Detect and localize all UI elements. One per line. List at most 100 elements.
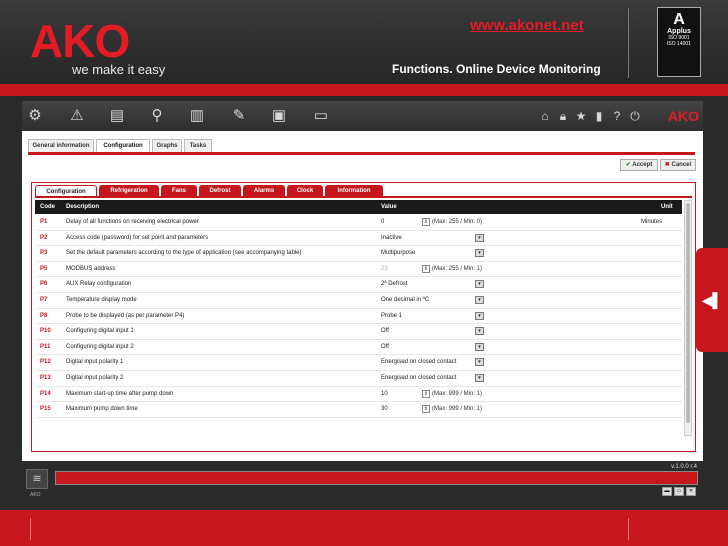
- search-icon[interactable]: ⚲: [148, 107, 166, 125]
- app-logo: AKO: [667, 108, 699, 124]
- table-row: P11 Configuring digital input 2 Off ▾: [35, 340, 682, 356]
- slide-footer: [0, 510, 728, 546]
- accept-label: Accept: [632, 162, 653, 168]
- param-description: Maximum pump down time: [66, 406, 138, 413]
- param-value[interactable]: 23: [381, 266, 388, 272]
- website-link[interactable]: www.akonet.net: [470, 17, 584, 34]
- grid-scrollbar[interactable]: [684, 200, 692, 436]
- tab-tasks[interactable]: Tasks: [184, 139, 212, 153]
- cert-name: Applus: [667, 28, 691, 35]
- header-red-band: [0, 84, 728, 96]
- stepper-icon[interactable]: ⇕: [422, 264, 430, 273]
- stepper-icon[interactable]: ⇕: [422, 405, 430, 414]
- app-window: ⚙ ⚠ ▤ ⚲ ▥ ✎ ▣ ▭ ⌂ 🔒︎ ★ ▮ ? ⏻ AKO General…: [22, 101, 703, 503]
- param-value[interactable]: 10: [381, 391, 388, 397]
- dropdown-arrow-icon[interactable]: ▾: [475, 233, 484, 242]
- dropdown-arrow-icon[interactable]: ▾: [475, 327, 484, 336]
- dropdown-arrow-icon[interactable]: ▾: [475, 311, 484, 320]
- side-collapse-tab[interactable]: ◀▌: [696, 248, 728, 352]
- close-icon: ✖: [664, 162, 670, 168]
- param-description: Temperature display mode: [66, 297, 137, 303]
- param-code: P7: [40, 297, 48, 303]
- param-range: (Max: 255 / Min: 1): [432, 265, 483, 272]
- table-row: P15 Maximum pump down time 30 ⇕ (Max: 999 / …: [35, 402, 682, 418]
- window-button-1[interactable]: ▬: [662, 487, 672, 496]
- window-button-3[interactable]: ✕: [686, 487, 696, 496]
- wifi-label: AKO: [30, 492, 41, 498]
- param-description: Access code (password) for set point and…: [66, 234, 209, 241]
- dropdown-arrow-icon[interactable]: ▾: [475, 342, 484, 351]
- param-value[interactable]: 0: [381, 219, 384, 225]
- dropdown-arrow-icon[interactable]: ▾: [475, 280, 484, 289]
- param-unit: Minutes: [641, 219, 663, 225]
- dropdown-arrow-icon[interactable]: ▾: [475, 374, 484, 382]
- printer-icon[interactable]: ▤: [108, 107, 126, 125]
- folder-icon[interactable]: ▭: [312, 107, 330, 125]
- cancel-label: Cancel: [671, 162, 692, 168]
- header-value: Value: [381, 204, 397, 210]
- table-row: P7 Temperature display mode One decimal in…: [35, 293, 682, 309]
- star-icon[interactable]: ★: [574, 107, 588, 125]
- param-value[interactable]: Energised on closed contact: [381, 359, 456, 365]
- param-value[interactable]: Multipurpose: [381, 250, 415, 256]
- lock-icon[interactable]: 🔒︎: [556, 107, 570, 125]
- param-range: (Max: 999 / Min: 1): [432, 406, 483, 413]
- param-description: Configuring digital input 1: [66, 328, 134, 335]
- param-code: P15: [40, 406, 51, 413]
- image-icon[interactable]: ▣: [270, 107, 288, 125]
- stepper-icon[interactable]: ⇕: [422, 218, 430, 226]
- slide-subtitle: Functions. Online Device Monitoring: [392, 62, 601, 76]
- header-unit: Unit: [661, 204, 673, 210]
- tab-graphs[interactable]: Graphs: [152, 139, 182, 153]
- dropdown-arrow-icon[interactable]: ▾: [475, 249, 484, 258]
- check-icon: ✔: [625, 162, 631, 168]
- param-value[interactable]: Inactive: [381, 235, 402, 241]
- configuration-panel: Configuration Refrigeration Fans Defrost…: [31, 182, 696, 452]
- table-row: P8 Probe to be displayed (as per paramete…: [35, 309, 682, 325]
- param-description: Configuring digital input 2: [66, 343, 134, 350]
- scrollbar-thumb[interactable]: [686, 203, 690, 423]
- footer-divider: [30, 518, 31, 540]
- version-label: v.1.0.0 r.4: [671, 464, 697, 470]
- home-icon[interactable]: ⌂: [538, 107, 552, 125]
- param-value[interactable]: Off: [381, 344, 389, 350]
- param-value[interactable]: One decimal in ºC: [381, 297, 429, 303]
- tab-general-information[interactable]: General information: [28, 139, 94, 153]
- param-value[interactable]: 30: [381, 406, 388, 412]
- param-value[interactable]: Energised on closed contact: [381, 375, 456, 381]
- power-icon[interactable]: ⏻: [628, 107, 642, 125]
- accept-button[interactable]: ✔ Accept: [620, 159, 658, 171]
- cancel-button[interactable]: ✖ Cancel: [660, 159, 696, 171]
- help-icon[interactable]: ?: [610, 107, 624, 125]
- main-tab-underline: [28, 152, 695, 155]
- warning-icon[interactable]: ⚠: [68, 107, 86, 125]
- header-description: Description: [66, 204, 100, 210]
- tab-configuration[interactable]: Configuration: [96, 139, 150, 153]
- param-code: P13: [40, 375, 51, 381]
- param-value[interactable]: Probe 1: [381, 313, 402, 319]
- dropdown-arrow-icon[interactable]: ▾: [475, 358, 484, 367]
- param-value[interactable]: 2ª Defrost: [381, 281, 408, 287]
- window-button-2[interactable]: ▭: [674, 487, 684, 496]
- param-description: Digital input polarity 2: [66, 375, 124, 381]
- gear-icon[interactable]: ⚙: [26, 107, 44, 125]
- param-description: Probe to be displayed (as per parameter …: [66, 312, 185, 319]
- table-row: P10 Configuring digital input 1 Off ▾: [35, 324, 682, 340]
- app-toolbar: ⚙ ⚠ ▤ ⚲ ▥ ✎ ▣ ▭ ⌂ 🔒︎ ★ ▮ ? ⏻ AKO: [22, 101, 703, 131]
- param-code: P1: [40, 219, 48, 225]
- param-description: Set the default parameters according to …: [66, 250, 302, 257]
- app-body: General information Configuration Graphs…: [22, 131, 703, 461]
- table-row: P14 Maximum start-up time after pump down…: [35, 387, 682, 403]
- param-code: P11: [40, 343, 51, 350]
- param-value[interactable]: Off: [381, 328, 389, 334]
- edit-icon[interactable]: ✎: [230, 107, 248, 125]
- slide-header: AKO we make it easy www.akonet.net Funct…: [0, 0, 728, 84]
- param-code: P6: [40, 281, 48, 288]
- dropdown-arrow-icon[interactable]: ▾: [475, 296, 484, 304]
- chart-icon[interactable]: ▥: [188, 107, 206, 125]
- param-code: P10: [40, 328, 51, 335]
- stepper-icon[interactable]: ⇕: [422, 389, 430, 398]
- table-row: P1 Delay of all functions on receiving el…: [35, 215, 682, 231]
- param-code: P3: [40, 250, 48, 257]
- device-icon[interactable]: ▮: [592, 107, 606, 125]
